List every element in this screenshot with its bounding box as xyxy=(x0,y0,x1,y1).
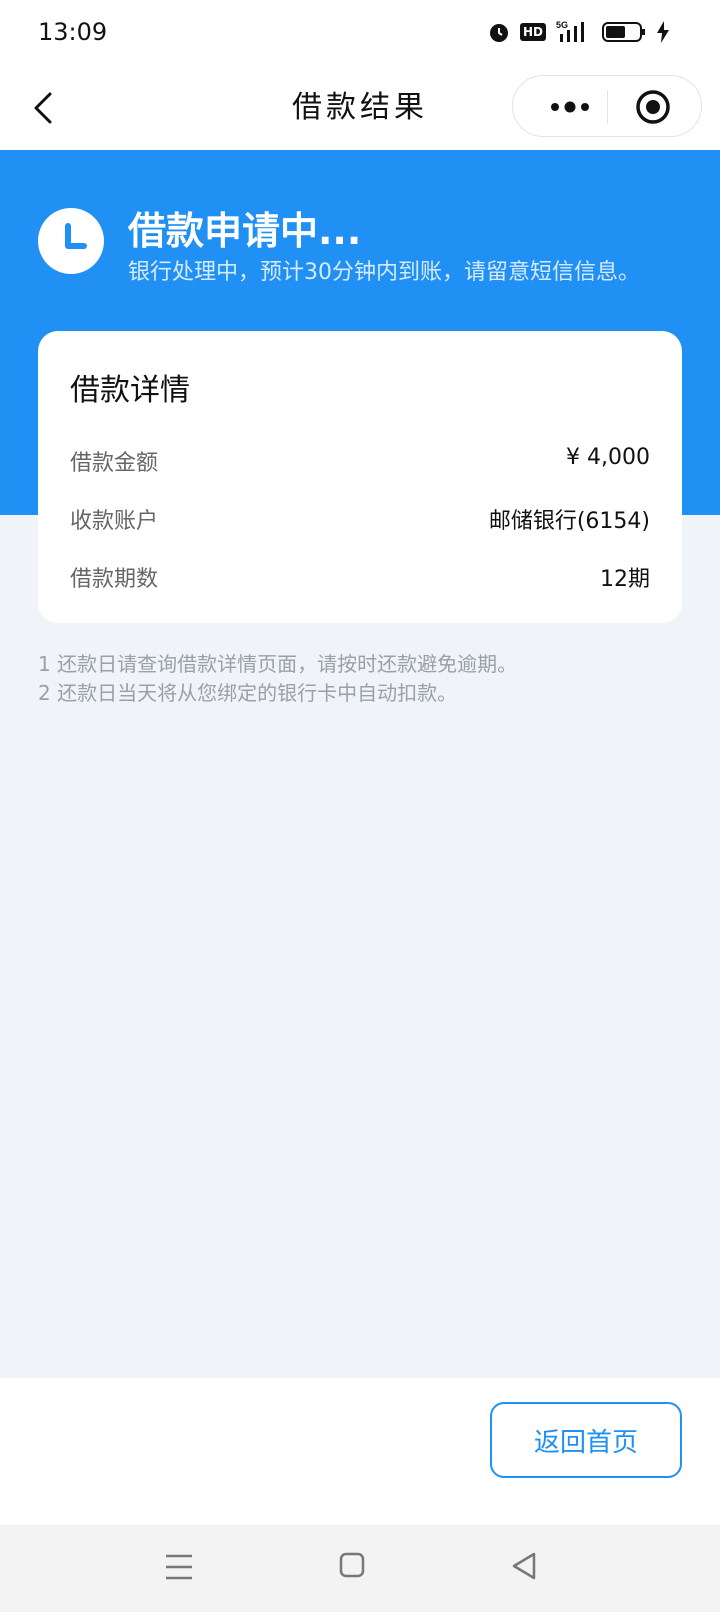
repayment-notes: 1 还款日请查询借款详情页面，请按时还款避免逾期。 2 还款日当天将从您绑定的银… xyxy=(38,650,517,708)
capsule-divider xyxy=(607,90,608,124)
status-title: 借款申请中... xyxy=(128,209,362,253)
detail-value: ¥ 4,000 xyxy=(566,445,650,470)
status-subtitle: 银行处理中，预计30分钟内到账，请留意短信信息。 xyxy=(128,260,640,285)
note-line: 2 还款日当天将从您绑定的银行卡中自动扣款。 xyxy=(38,681,458,705)
more-dots-icon xyxy=(551,101,589,113)
charging-icon xyxy=(657,21,669,43)
battery-icon xyxy=(602,22,645,42)
recent-apps-icon[interactable] xyxy=(164,1552,194,1582)
detail-value: 12期 xyxy=(600,567,650,592)
svg-text:5G: 5G xyxy=(556,20,568,30)
back-triangle-icon[interactable] xyxy=(510,1551,538,1581)
card-title: 借款详情 xyxy=(70,373,190,408)
return-home-button[interactable]: 返回首页 xyxy=(490,1402,682,1478)
status-icons: HD 5G xyxy=(488,20,670,44)
clock-icon xyxy=(38,208,104,274)
nav-bar: 借款结果 xyxy=(0,66,720,150)
note-line: 1 还款日请查询借款详情页面，请按时还款避免逾期。 xyxy=(38,652,518,676)
system-nav-bar xyxy=(0,1525,720,1612)
detail-label: 收款账户 xyxy=(70,509,159,534)
status-bar: 13:09 HD 5G xyxy=(0,0,720,66)
close-miniapp-icon[interactable] xyxy=(635,89,671,125)
miniapp-capsule xyxy=(512,75,702,137)
home-icon[interactable] xyxy=(339,1552,365,1578)
detail-value: 邮储银行(6154) xyxy=(488,509,650,534)
hd-badge: HD xyxy=(519,23,546,41)
footer: 返回首页 xyxy=(0,1378,720,1525)
alarm-icon xyxy=(489,24,508,42)
detail-label: 借款期数 xyxy=(70,567,159,592)
signal-icon: 5G xyxy=(556,20,584,42)
detail-row-account: 收款账户 邮储银行(6154) xyxy=(70,503,650,534)
detail-row-amount: 借款金额 ¥ 4,000 xyxy=(70,445,650,476)
status-time: 13:09 xyxy=(38,18,108,46)
loan-details-card: 借款详情 借款金额 ¥ 4,000 收款账户 邮储银行(6154) 借款期数 1… xyxy=(38,331,682,623)
detail-label: 借款金额 xyxy=(70,451,159,476)
detail-row-periods: 借款期数 12期 xyxy=(70,561,650,592)
more-button[interactable] xyxy=(535,76,605,138)
